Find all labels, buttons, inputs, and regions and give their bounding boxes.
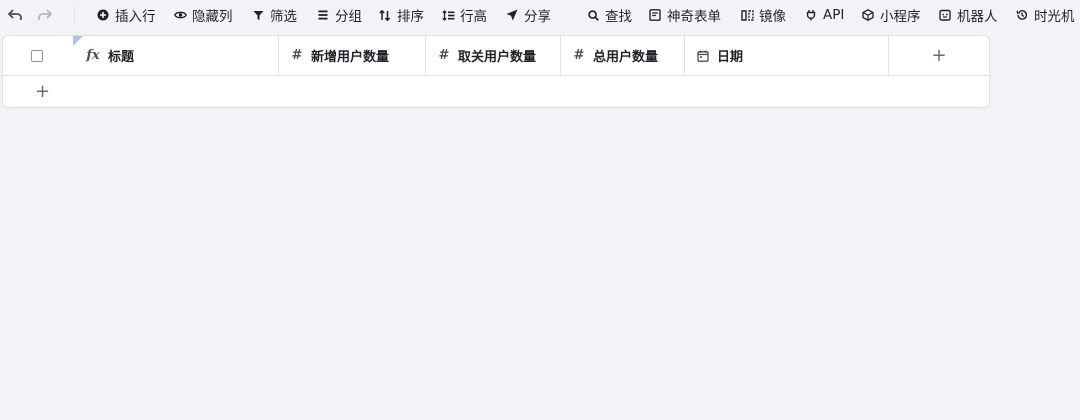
search-icon [586,8,600,22]
hide-column-button[interactable]: 隐藏列 [173,4,233,26]
plus-circle-icon [96,8,110,22]
add-column-button[interactable]: + [889,36,989,75]
column-header-total-users[interactable]: # 总用户数量 [561,36,685,75]
group-button[interactable]: 分组 [316,4,362,26]
column-header-new-users[interactable]: # 新增用户数量 [279,36,426,75]
mirror-button[interactable]: 镜像 [740,4,786,26]
magic-form-label: 神奇表单 [667,9,721,25]
sort-button[interactable]: 排序 [378,4,424,26]
eye-icon [173,8,187,22]
mini-program-label: 小程序 [880,9,921,25]
row-height-icon [441,8,455,22]
history-icon [1015,8,1029,22]
magic-form-button[interactable]: 神奇表单 [648,4,721,26]
column-header-date[interactable]: 日期 [685,36,889,75]
api-button[interactable]: API [804,4,844,26]
sort-label: 排序 [397,9,424,25]
share-label: 分享 [524,9,551,25]
column-label: 总用户数量 [593,50,659,65]
robot-button[interactable]: 机器人 [938,4,998,26]
plug-icon [804,8,818,22]
robot-icon [938,8,952,22]
toolbar: 插入行 隐藏列 筛选 分组 排序 行高 分享 查找 神奇表单 镜像 API 小程… [0,0,1080,30]
mirror-label: 镜像 [759,9,786,25]
hash-icon: # [573,48,585,63]
add-row-button[interactable]: + [35,82,50,101]
api-label: API [823,7,845,23]
insert-row-label: 插入行 [115,9,156,25]
redo-arrow-icon[interactable] [36,6,54,24]
column-header-unfollow-users[interactable]: # 取关用户数量 [426,36,561,75]
time-machine-label: 时光机 [1034,9,1075,25]
select-all-cell [3,36,75,75]
mini-program-button[interactable]: 小程序 [861,4,921,26]
group-lines-icon [316,8,330,22]
column-label: 日期 [717,50,744,65]
row-height-button[interactable]: 行高 [441,4,487,26]
column-header-title[interactable]: fx 标题 [75,36,279,75]
time-machine-button[interactable]: 时光机 [1015,4,1075,26]
mirror-icon [740,8,754,22]
cube-icon [861,8,875,22]
toolbar-divider [74,6,75,24]
column-label: 新增用户数量 [311,50,390,65]
send-icon [505,8,519,22]
formula-icon: fx [86,48,100,63]
filter-button[interactable]: 筛选 [251,4,297,26]
form-icon [648,8,662,22]
hide-column-label: 隐藏列 [192,9,233,25]
insert-row-button[interactable]: 插入行 [96,4,156,26]
calendar-icon [696,49,710,63]
robot-label: 机器人 [957,9,998,25]
find-label: 查找 [605,9,632,25]
hash-icon: # [291,48,303,63]
select-all-checkbox[interactable] [31,49,43,62]
add-row-bar: + [3,76,989,107]
plus-icon: + [931,44,947,66]
row-height-label: 行高 [460,9,487,25]
find-button[interactable]: 查找 [586,4,632,26]
hash-icon: # [438,48,450,63]
column-label: 标题 [108,50,135,65]
sort-icon [378,8,392,22]
share-button[interactable]: 分享 [505,4,551,26]
filter-icon [251,8,265,22]
header-row: fx 标题 # 新增用户数量 # 取关用户数量 # 总用户数量 日期 + [3,36,989,76]
data-grid: fx 标题 # 新增用户数量 # 取关用户数量 # 总用户数量 日期 + + [2,35,990,108]
filter-label: 筛选 [270,9,297,25]
undo-arrow-icon[interactable] [6,6,24,24]
column-label: 取关用户数量 [458,50,537,65]
group-label: 分组 [335,9,362,25]
